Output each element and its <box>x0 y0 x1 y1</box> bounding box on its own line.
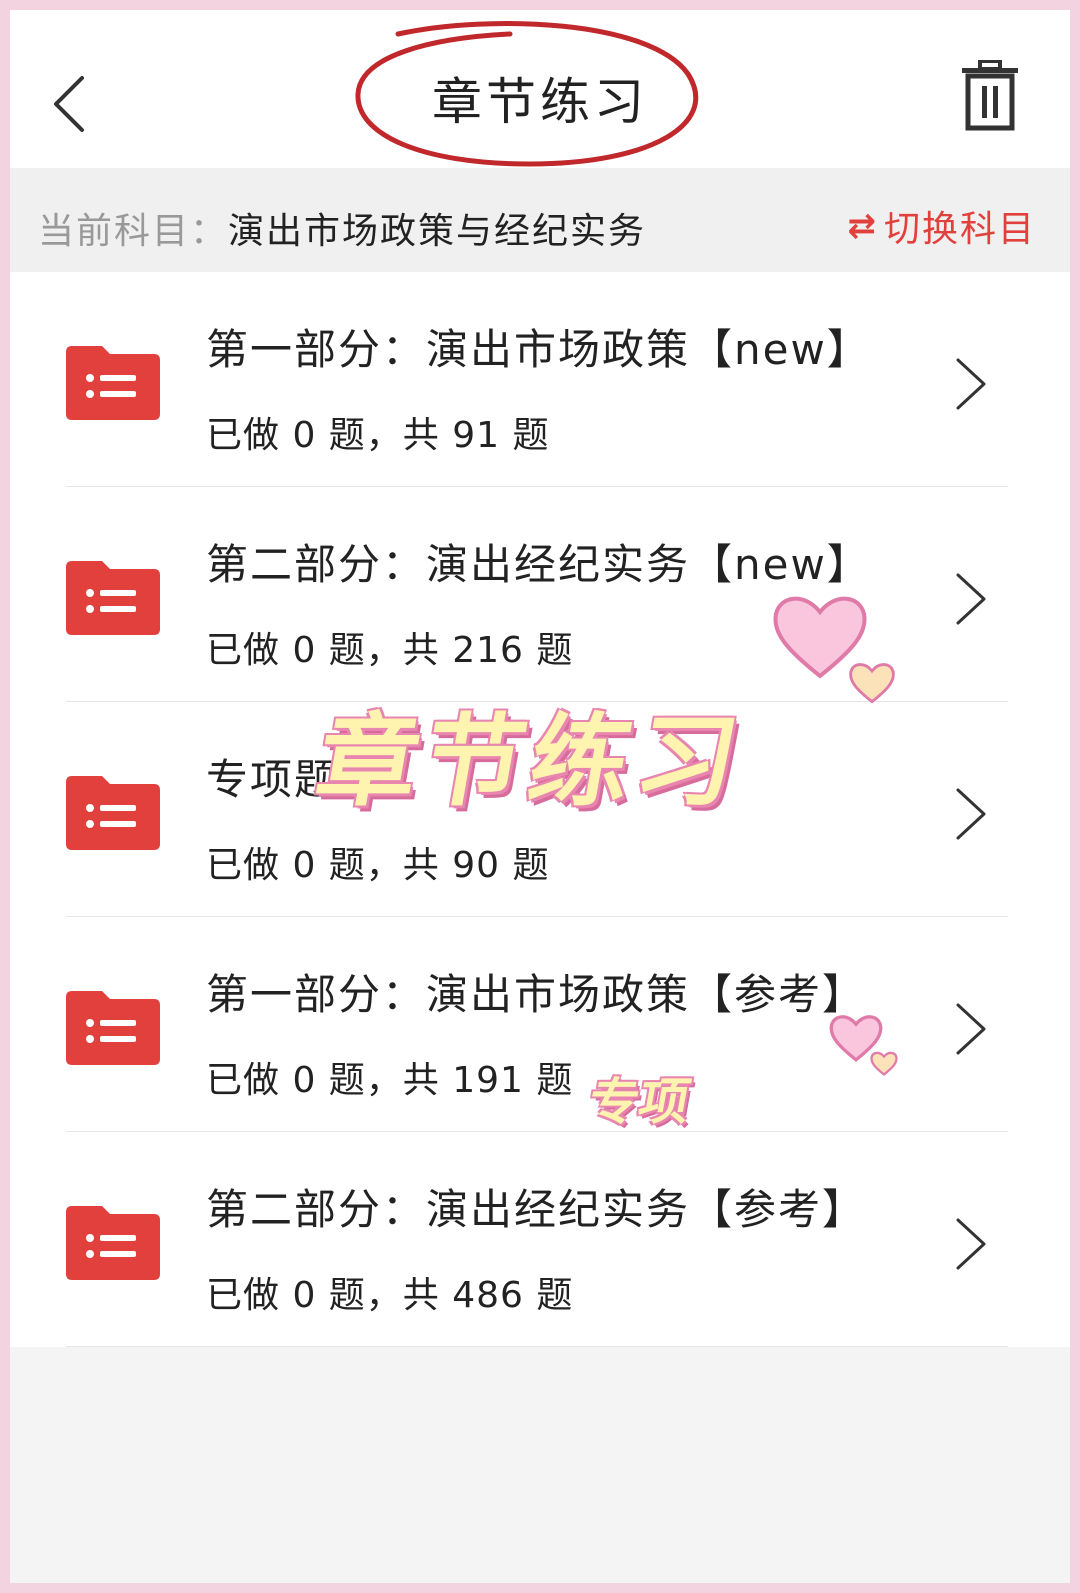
chapter-title: 第一部分：演出市场政策【new】 <box>206 325 871 374</box>
folder-list-icon <box>66 561 160 635</box>
subject-name: 演出市场政策与经纪实务 <box>228 211 647 252</box>
switch-subject-label: 切换科目 <box>883 209 1036 250</box>
page-title: 章节练习 <box>432 73 648 131</box>
chapter-item-1[interactable]: 第一部分：演出市场政策【new】 已做 0 题，共 91 题 <box>10 272 1070 487</box>
chapter-item-5[interactable]: 第二部分：演出经纪实务【参考】 已做 0 题，共 486 题 <box>10 1132 1070 1347</box>
chapter-count: 已做 0 题，共 191 题 <box>206 1060 574 1101</box>
app-screen: 章节练习 当前科目： 演出市场政策与经纪实务 ⇄ 切换科目 第一部分：演出市场政… <box>10 10 1070 1583</box>
swap-arrows-icon: ⇄ <box>847 206 878 246</box>
chevron-right-icon <box>956 1003 986 1055</box>
chevron-right-icon <box>956 1218 986 1270</box>
chapter-count: 已做 0 题，共 486 题 <box>206 1275 574 1316</box>
folder-list-icon <box>66 1206 160 1280</box>
chevron-right-icon <box>956 573 986 625</box>
chapter-item-2[interactable]: 第二部分：演出经纪实务【new】 已做 0 题，共 216 题 <box>10 487 1070 702</box>
chapter-item-3[interactable]: 专项题 已做 0 题，共 90 题 <box>10 702 1070 917</box>
chapter-count: 已做 0 题，共 216 题 <box>206 630 574 671</box>
chapter-title: 专项题 <box>206 755 339 804</box>
folder-list-icon <box>66 991 160 1065</box>
chapter-item-4[interactable]: 第一部分：演出市场政策【参考】 已做 0 题，共 191 题 <box>10 917 1070 1132</box>
folder-list-icon <box>66 776 160 850</box>
chevron-right-icon <box>956 788 986 840</box>
chapter-title: 第二部分：演出经纪实务【new】 <box>206 540 871 589</box>
chapter-count: 已做 0 题，共 91 题 <box>206 415 550 456</box>
folder-list-icon <box>66 346 160 420</box>
chapter-title: 第一部分：演出市场政策【参考】 <box>206 970 867 1019</box>
trash-icon[interactable] <box>960 60 1020 132</box>
chapter-count: 已做 0 题，共 90 题 <box>206 845 550 886</box>
chapter-list: 第一部分：演出市场政策【new】 已做 0 题，共 91 题 第二部分：演出经纪… <box>10 272 1070 1347</box>
nav-bar: 章节练习 <box>10 10 1070 168</box>
subject-label: 当前科目： <box>38 211 229 252</box>
chapter-title: 第二部分：演出经纪实务【参考】 <box>206 1185 867 1234</box>
chevron-right-icon <box>956 358 986 410</box>
subject-bar: 当前科目： 演出市场政策与经纪实务 ⇄ 切换科目 <box>10 168 1070 272</box>
switch-subject-button[interactable]: ⇄ 切换科目 <box>847 200 1036 252</box>
